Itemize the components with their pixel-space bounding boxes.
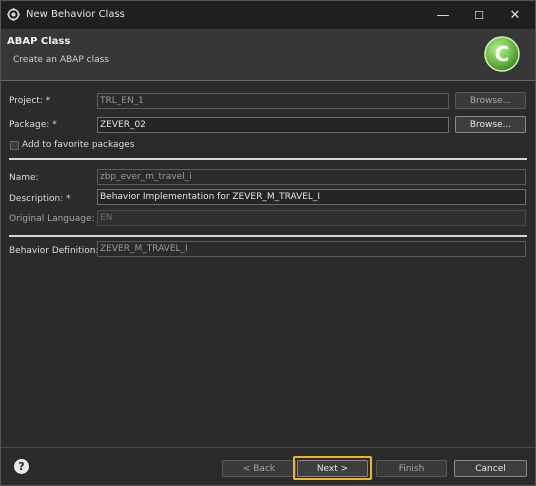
section-divider-2 [9, 235, 527, 237]
eclipse-gear-icon [7, 8, 20, 21]
behavior-definition-field[interactable]: ZEVER_M_TRAVEL_I [97, 241, 526, 257]
finish-button[interactable]: Finish [376, 460, 447, 477]
cancel-button[interactable]: Cancel [454, 460, 527, 477]
section-divider-1 [9, 158, 527, 160]
language-label: Original Language: [9, 214, 95, 224]
window-title: New Behavior Class [26, 9, 125, 20]
maximize-button[interactable]: ☐ [461, 1, 497, 29]
next-button[interactable]: Next > [297, 460, 368, 477]
banner-separator [1, 80, 535, 81]
banner-title: ABAP Class [7, 36, 71, 47]
description-field[interactable]: Behavior Implementation for ZEVER_M_TRAV… [97, 189, 526, 205]
package-label: Package: * [9, 120, 57, 130]
dialog-window: New Behavior Class — ☐ ✕ ABAP Class Crea… [0, 0, 536, 486]
project-label: Project: * [9, 96, 51, 106]
project-browse-button[interactable]: Browse... [455, 92, 526, 109]
package-field[interactable]: ZEVER_02 [97, 117, 449, 133]
name-label: Name: [9, 173, 39, 183]
next-label: Next > [316, 463, 349, 474]
abap-class-logo-icon: C [483, 35, 521, 73]
banner-subtitle: Create an ABAP class [13, 55, 109, 65]
name-field[interactable]: zbp_ever_m_travel_i [97, 169, 526, 185]
close-button[interactable]: ✕ [497, 1, 533, 29]
package-browse-label: Browse... [469, 119, 512, 130]
language-field: EN [97, 210, 526, 226]
back-button[interactable]: < Back [222, 460, 296, 477]
behavior-definition-label: Behavior Definition: [9, 246, 99, 256]
package-browse-button[interactable]: Browse... [455, 116, 526, 133]
favorite-checkbox[interactable] [10, 141, 19, 150]
minimize-button[interactable]: — [425, 1, 461, 29]
favorite-label: Add to favorite packages [22, 140, 135, 150]
description-label: Description: * [9, 194, 71, 204]
logo-letter: C [495, 42, 510, 66]
title-bar: New Behavior Class — ☐ ✕ [1, 1, 535, 29]
footer-separator [1, 447, 535, 448]
wizard-banner: ABAP Class Create an ABAP class C [1, 29, 535, 80]
help-icon[interactable]: ? [14, 459, 29, 474]
project-field[interactable]: TRL_EN_1 [97, 93, 449, 109]
